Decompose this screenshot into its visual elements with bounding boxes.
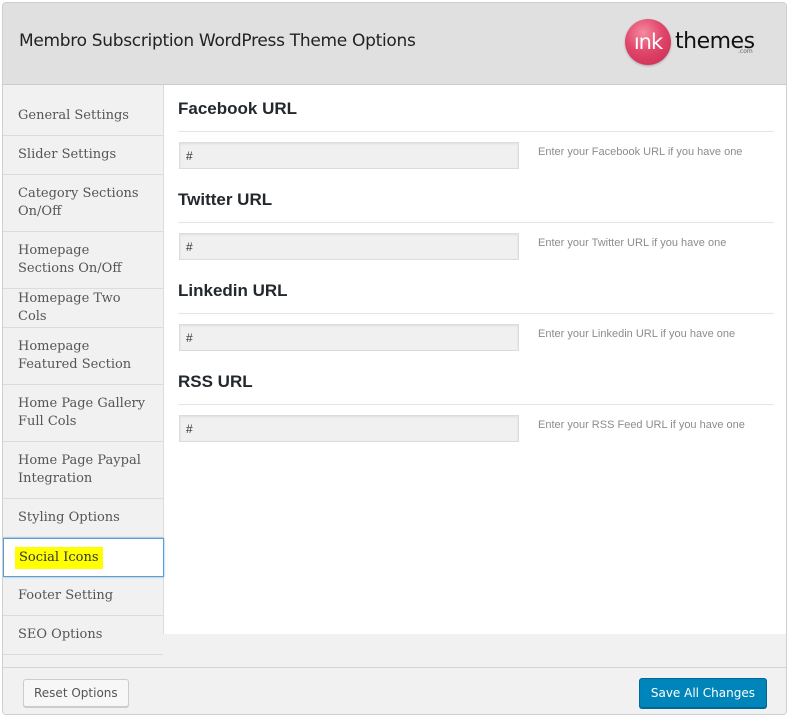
rss-url-section: RSS URL Enter your RSS Feed URL if you h… [178, 368, 774, 455]
section-title: Linkedin URL [178, 277, 774, 314]
settings-content: Facebook URL Enter your Facebook URL if … [163, 85, 786, 634]
sidebar-item-label: Homepage Two Cols [18, 291, 121, 324]
sidebar-item-footer-setting[interactable]: Footer Setting [3, 577, 163, 616]
theme-options-panel: Membro Subscription WordPress Theme Opti… [2, 2, 787, 715]
sidebar-item-label: Home Page Paypal Integration [18, 453, 141, 486]
field-row: Enter your Twitter URL if you have one [178, 233, 774, 273]
logo-suffix: .com [738, 48, 753, 55]
sidebar-item-gallery-full-cols[interactable]: Home Page Gallery Full Cols [3, 385, 163, 442]
inkthemes-logo: ınk themes .com [625, 17, 775, 71]
logo-circle-icon: ınk [625, 19, 671, 65]
sidebar-item-social-icons[interactable]: Social Icons [3, 538, 164, 577]
sidebar-item-label: Slider Settings [18, 147, 117, 162]
field-row: Enter your Linkedin URL if you have one [178, 324, 774, 364]
reset-options-button[interactable]: Reset Options [23, 679, 129, 707]
twitter-url-section: Twitter URL Enter your Twitter URL if yo… [178, 186, 774, 273]
sidebar-nav: General Settings Slider Settings Categor… [3, 85, 164, 655]
twitter-url-input[interactable] [179, 233, 519, 260]
sidebar-item-label: Category Sections On/Off [18, 186, 139, 219]
sidebar-item-label: Homepage Featured Section [18, 339, 132, 372]
field-description: Enter your Linkedin URL if you have one [538, 328, 736, 340]
section-title: Facebook URL [178, 95, 774, 132]
sidebar-item-label: General Settings [18, 108, 129, 123]
linkedin-url-section: Linkedin URL Enter your Linkedin URL if … [178, 277, 774, 364]
page-title: Membro Subscription WordPress Theme Opti… [19, 31, 416, 51]
sidebar-item-label: Footer Setting [18, 588, 114, 603]
section-title: RSS URL [178, 368, 774, 405]
header: Membro Subscription WordPress Theme Opti… [3, 3, 786, 85]
sidebar-item-general-settings[interactable]: General Settings [3, 85, 163, 136]
sidebar-item-paypal-integration[interactable]: Home Page Paypal Integration [3, 442, 163, 499]
field-row: Enter your RSS Feed URL if you have one [178, 415, 774, 455]
sidebar-item-seo-options[interactable]: SEO Options [3, 616, 163, 655]
sidebar-item-homepage-two-cols[interactable]: Homepage Two Cols [3, 289, 163, 328]
sidebar-item-label: Homepage Sections On/Off [18, 243, 122, 276]
sidebar-item-label: Social Icons [15, 546, 103, 569]
linkedin-url-input[interactable] [179, 324, 519, 351]
sidebar-item-homepage-featured[interactable]: Homepage Featured Section [3, 328, 163, 385]
facebook-url-input[interactable] [179, 142, 519, 169]
field-description: Enter your Facebook URL if you have one [538, 146, 743, 158]
sidebar-item-slider-settings[interactable]: Slider Settings [3, 136, 163, 175]
sidebar-item-label: SEO Options [18, 627, 103, 642]
field-description: Enter your Twitter URL if you have one [538, 237, 727, 249]
save-all-changes-button[interactable]: Save All Changes [638, 678, 767, 708]
sidebar-item-category-sections[interactable]: Category Sections On/Off [3, 175, 163, 232]
sidebar-item-styling-options[interactable]: Styling Options [3, 499, 163, 538]
sidebar-item-homepage-sections[interactable]: Homepage Sections On/Off [3, 232, 163, 289]
facebook-url-section: Facebook URL Enter your Facebook URL if … [178, 95, 774, 182]
sidebar-item-label: Styling Options [18, 510, 120, 525]
section-title: Twitter URL [178, 186, 774, 223]
sidebar-item-label: Home Page Gallery Full Cols [18, 396, 146, 429]
field-row: Enter your Facebook URL if you have one [178, 142, 774, 182]
field-description: Enter your RSS Feed URL if you have one [538, 419, 745, 431]
footer-bar: Reset Options Save All Changes [3, 667, 786, 714]
rss-url-input[interactable] [179, 415, 519, 442]
